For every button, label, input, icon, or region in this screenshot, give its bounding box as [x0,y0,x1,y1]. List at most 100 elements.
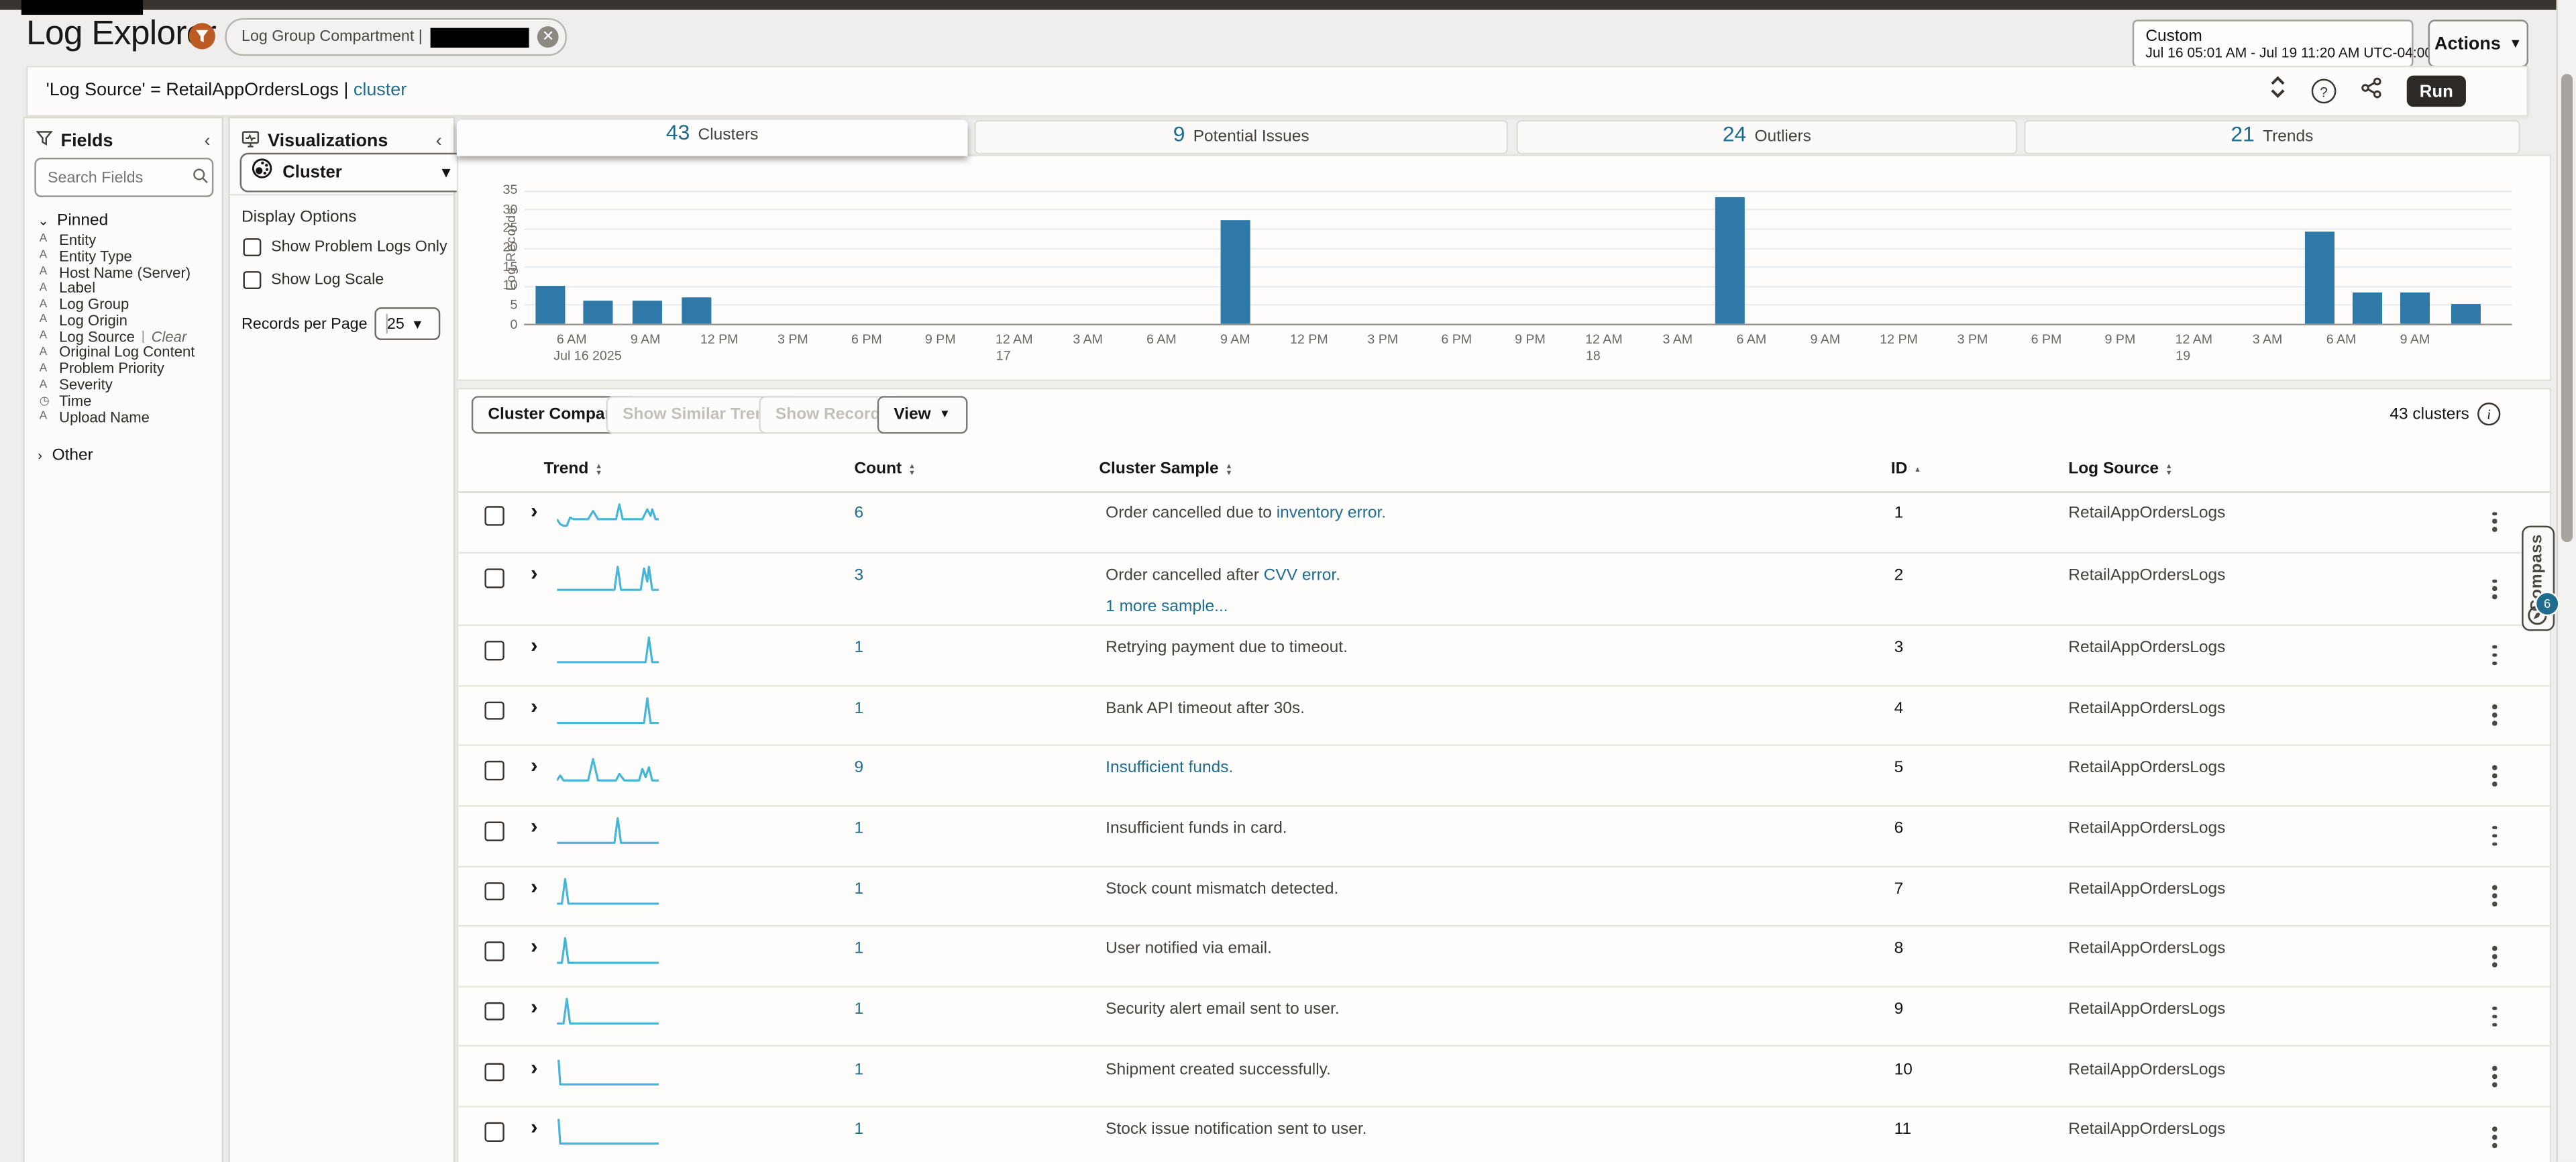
row-checkbox[interactable] [484,1002,503,1021]
count-link[interactable]: 1 [854,941,863,959]
time-range-picker[interactable]: Custom Jul 16 05:01 AM - Jul 19 11:20 AM… [2133,19,2414,67]
row-actions-kebab-icon[interactable] [2492,511,2496,532]
row-expand-icon[interactable]: › [531,753,538,778]
tab-trends[interactable]: 21Trends [2024,120,2520,154]
row-checkbox[interactable] [484,761,503,780]
field-item[interactable]: ◷Time [25,392,222,409]
records-per-page-select[interactable]: 25 ▼ [374,307,439,340]
count-link[interactable]: 3 [854,567,863,585]
row-checkbox[interactable] [484,1122,503,1141]
column-header-log-source[interactable]: Log Source▲▼ [2068,460,2172,478]
row-actions-kebab-icon[interactable] [2492,1126,2496,1147]
row-checkbox[interactable] [484,821,503,840]
field-item[interactable]: AUpload Name [25,409,222,425]
other-section-toggle[interactable]: › Other [38,447,93,465]
collapse-panel-icon[interactable]: ‹ [204,131,210,150]
column-header-id[interactable]: ID▲ [1891,460,1921,478]
bar[interactable] [584,301,613,323]
field-item[interactable]: ASeverity [25,376,222,392]
row-expand-icon[interactable]: › [531,813,538,838]
field-item[interactable]: AOriginal Log Content [25,344,222,360]
row-actions-kebab-icon[interactable] [2492,826,2496,847]
query-text[interactable]: 'Log Source' = RetailAppOrdersLogs | clu… [46,81,407,100]
field-item[interactable]: ALog Source|Clear [25,328,222,344]
bar[interactable] [1715,198,1744,324]
collapse-panel-icon[interactable]: ‹ [436,131,442,151]
sample-link[interactable]: CVV error. [1264,567,1340,585]
tab-clusters[interactable]: 43Clusters [457,120,968,156]
row-expand-icon[interactable]: › [531,1054,538,1079]
row-checkbox[interactable] [484,1062,503,1081]
field-item[interactable]: ALabel [25,280,222,296]
visualization-type-select[interactable]: Cluster ▼ [240,153,466,193]
row-actions-kebab-icon[interactable] [2492,765,2496,786]
run-button[interactable]: Run [2407,76,2466,107]
count-link[interactable]: 1 [854,1121,863,1139]
checkbox[interactable] [243,238,261,256]
clear-field-link[interactable]: Clear [152,328,187,344]
tab-potential-issues[interactable]: 9Potential Issues [974,120,1508,154]
bar[interactable] [682,297,711,324]
bar[interactable] [1220,221,1250,324]
row-actions-kebab-icon[interactable] [2492,645,2496,666]
row-actions-kebab-icon[interactable] [2492,1066,2496,1087]
row-expand-icon[interactable]: › [531,874,538,898]
count-link[interactable]: 1 [854,880,863,898]
field-item[interactable]: ALog Group [25,296,222,312]
field-item[interactable]: ALog Origin [25,312,222,328]
row-checkbox[interactable] [484,641,503,659]
checkbox[interactable] [243,271,261,289]
help-icon[interactable]: ? [2312,79,2337,104]
row-actions-kebab-icon[interactable] [2492,946,2496,967]
count-link[interactable]: 9 [854,759,863,778]
row-expand-icon[interactable]: › [531,560,538,585]
bar[interactable] [535,285,564,323]
field-item[interactable]: AProblem Priority [25,360,222,376]
row-actions-kebab-icon[interactable] [2492,705,2496,726]
row-checkbox[interactable] [484,568,503,587]
column-header-cluster-sample[interactable]: Cluster Sample▲▼ [1099,460,1232,478]
column-header-count[interactable]: Count▲▼ [854,460,915,478]
search-fields-input[interactable] [36,167,193,189]
field-item[interactable]: AEntity Type [25,248,222,264]
row-checkbox[interactable] [484,506,503,525]
row-checkbox[interactable] [484,701,503,720]
count-link[interactable]: 1 [854,820,863,838]
bar[interactable] [2304,232,2334,324]
row-actions-kebab-icon[interactable] [2492,886,2496,906]
column-header-trend[interactable]: Trend▲▼ [544,460,602,478]
sample-link[interactable]: Insufficient funds. [1106,759,1233,778]
bar[interactable] [2352,293,2381,324]
row-expand-icon[interactable]: › [531,994,538,1018]
row-expand-icon[interactable]: › [531,1114,538,1139]
row-actions-kebab-icon[interactable] [2492,1006,2496,1027]
row-checkbox[interactable] [484,882,503,900]
share-icon[interactable] [2361,76,2382,106]
row-expand-icon[interactable]: › [531,693,538,718]
row-expand-icon[interactable]: › [531,498,538,523]
query-bar[interactable]: 'Log Source' = RetailAppOrdersLogs | clu… [26,66,2528,117]
bar[interactable] [2400,293,2430,324]
count-link[interactable]: 1 [854,700,863,718]
vertical-scrollbar-thumb[interactable] [2561,74,2572,542]
count-link[interactable]: 6 [854,505,863,523]
view-menu-button[interactable]: View ▼ [877,396,967,433]
count-link[interactable]: 1 [854,1061,863,1079]
compartment-scope-pill[interactable]: Log Group Compartment | ✕ [225,18,568,56]
bar[interactable] [633,301,662,323]
expand-collapse-icon[interactable] [2269,76,2287,107]
field-item[interactable]: AEntity [25,231,222,248]
row-actions-kebab-icon[interactable] [2492,579,2496,600]
more-samples-link[interactable]: 1 more sample... [1106,598,1228,616]
field-item[interactable]: AHost Name (Server) [25,264,222,280]
tab-outliers[interactable]: 24Outliers [1516,120,2017,154]
actions-button[interactable]: Actions ▼ [2428,19,2528,67]
remove-scope-icon[interactable]: ✕ [537,26,559,48]
row-expand-icon[interactable]: › [531,633,538,657]
row-expand-icon[interactable]: › [531,934,538,959]
row-checkbox[interactable] [484,942,503,961]
sample-link[interactable]: inventory error. [1277,505,1386,523]
bar[interactable] [2452,305,2481,323]
pinned-section-toggle[interactable]: ⌄ Pinned [38,212,108,230]
count-link[interactable]: 1 [854,1000,863,1018]
